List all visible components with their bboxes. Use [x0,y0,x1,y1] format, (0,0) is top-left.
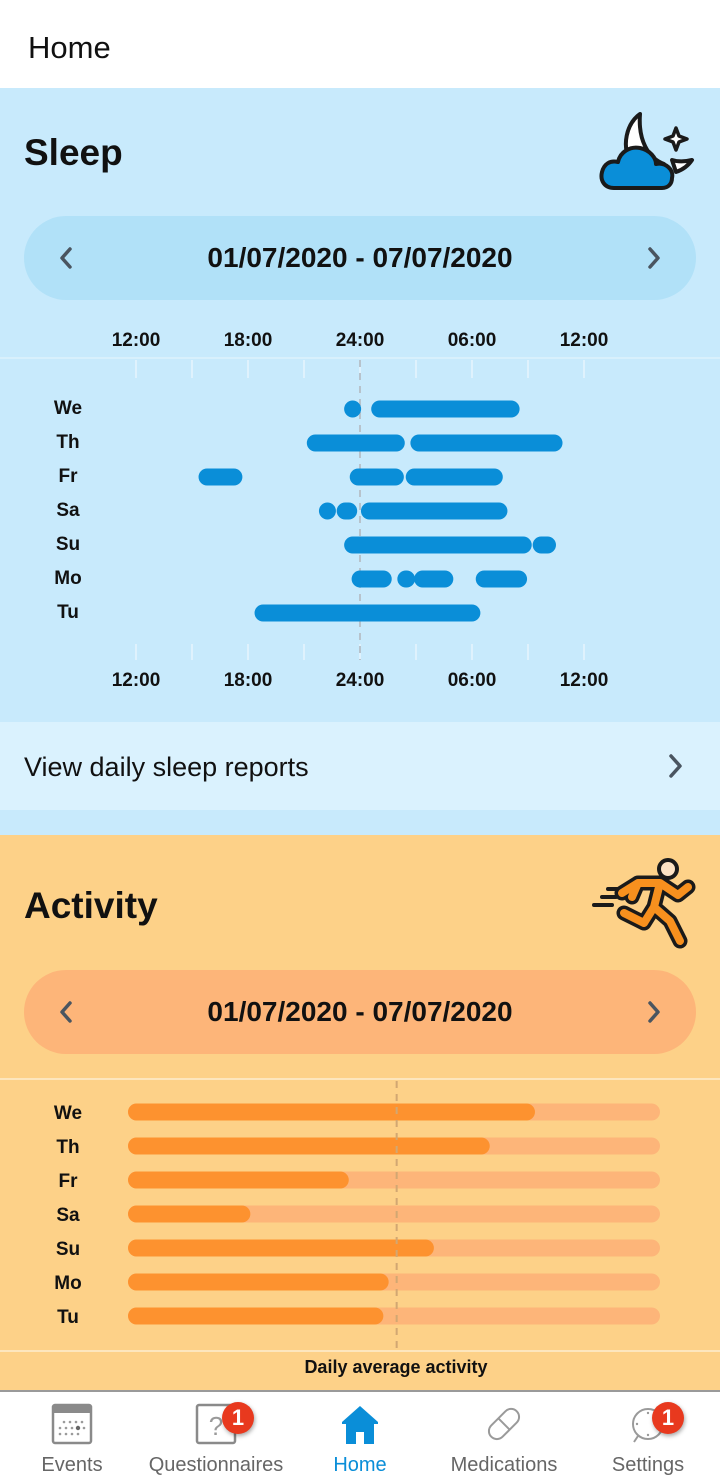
chevron-right-icon [669,754,682,778]
sleep-segment [405,468,503,486]
sleep-segment [344,536,532,554]
activity-track [128,1239,660,1257]
sleep-segment [397,570,416,588]
chevron-right-icon[interactable] [636,240,672,276]
running-person-icon [592,858,696,949]
view-sleep-reports-link[interactable]: View daily sleep reports [0,722,720,810]
sleep-axis-bottom-tick: 12:00 [559,670,609,691]
tab-questionnaires[interactable]: ? 1 Questionnaires [144,1392,288,1484]
sleep-axis-bottom-tick: 06:00 [447,670,497,691]
sleep-segment [532,536,556,554]
view-sleep-reports-label: View daily sleep reports [24,752,309,782]
activity-card: Activity 01/07/2020 - 07/07/2020 We Th F… [0,835,720,1390]
sleep-date-range: 01/07/2020 - 07/07/2020 [207,242,513,273]
sleep-axis-bottom-tick: 18:00 [223,670,273,691]
sleep-day-label: Th [56,432,80,453]
svg-text:?: ? [209,1411,223,1441]
sleep-axis-top-tick: 12:00 [111,330,161,351]
sleep-date-selector: 01/07/2020 - 07/07/2020 [24,216,696,300]
tab-events-label: Events [41,1454,103,1476]
sleep-segment [254,604,481,622]
tab-medications-label: Medications [450,1454,558,1476]
sleep-segment [336,502,358,520]
settings-badge: 1 [652,1402,684,1434]
calendar-icon [51,1403,93,1445]
sleep-card: Sleep 01/07/2020 - 07/07/2020 12:00 18:0… [0,88,720,835]
sleep-axis-top-tick: 12:00 [559,330,609,351]
tab-questionnaires-label: Questionnaires [148,1454,284,1476]
activity-title: Activity [24,885,158,926]
sleep-segment [351,570,392,588]
sleep-axis-bottom-tick: 24:00 [335,670,385,691]
daily-average-caption: Daily average activity [304,1357,488,1377]
pill-icon [487,1407,521,1441]
activity-bar [128,1239,434,1257]
activity-track [128,1171,660,1189]
sleep-segment [344,400,362,418]
sleep-segment [306,434,405,452]
activity-track [128,1307,660,1325]
activity-bar [128,1205,251,1223]
sleep-segment [318,502,336,520]
home-icon [342,1406,378,1444]
activity-track [128,1205,660,1223]
divider [0,1350,720,1352]
tab-events[interactable]: Events [0,1392,144,1484]
sleep-segment [349,468,404,486]
sleep-axis-top-tick: 06:00 [447,330,497,351]
questionnaires-badge: 1 [222,1402,254,1434]
divider [0,1078,720,1080]
app-bar: Home [0,0,720,88]
sleep-day-label: Fr [58,466,78,487]
activity-track [128,1137,660,1155]
activity-day-label: Su [55,1239,81,1260]
chevron-right-icon[interactable] [636,994,672,1030]
activity-bar [128,1273,389,1291]
tab-medications[interactable]: Medications [432,1392,576,1484]
bottom-navigation: Events ? 1 Questionnaires Home Medicatio… [0,1390,720,1484]
activity-track [128,1273,660,1291]
sleep-segment [198,468,243,486]
sleep-day-label: Tu [57,602,79,623]
activity-day-label: Fr [58,1171,78,1192]
activity-date-selector: 01/07/2020 - 07/07/2020 [24,970,696,1054]
page-title: Home [28,30,111,65]
sleep-segment [414,570,454,588]
sleep-title: Sleep [24,132,123,173]
sleep-axis-top-tick: 24:00 [335,330,385,351]
activity-bar [128,1171,349,1189]
activity-day-label: Sa [56,1205,80,1226]
activity-day-label: Mo [54,1273,82,1294]
moon-cloud-icon [599,112,694,190]
activity-bar [128,1103,535,1121]
sleep-day-label: Sa [56,500,80,521]
activity-day-label: Tu [57,1307,79,1328]
activity-bar [128,1307,384,1325]
sleep-segment [371,400,520,418]
tab-settings[interactable]: 1 Settings [576,1392,720,1484]
sleep-segment [410,434,563,452]
sleep-axis-top-tick: 18:00 [223,330,273,351]
sleep-axis-bottom-tick: 12:00 [111,670,161,691]
tab-home-label: Home [333,1454,387,1476]
sleep-day-label: Su [55,534,81,555]
sleep-segment [475,570,528,588]
sleep-segment [360,502,508,520]
tab-home[interactable]: Home [288,1392,432,1484]
activity-day-label: We [53,1103,83,1124]
activity-track [128,1103,660,1121]
sleep-day-label: Mo [54,568,82,589]
tab-settings-label: Settings [611,1454,685,1476]
activity-bar [128,1137,490,1155]
sleep-day-label: We [53,398,83,419]
activity-day-label: Th [56,1137,80,1158]
activity-date-range: 01/07/2020 - 07/07/2020 [207,996,513,1027]
